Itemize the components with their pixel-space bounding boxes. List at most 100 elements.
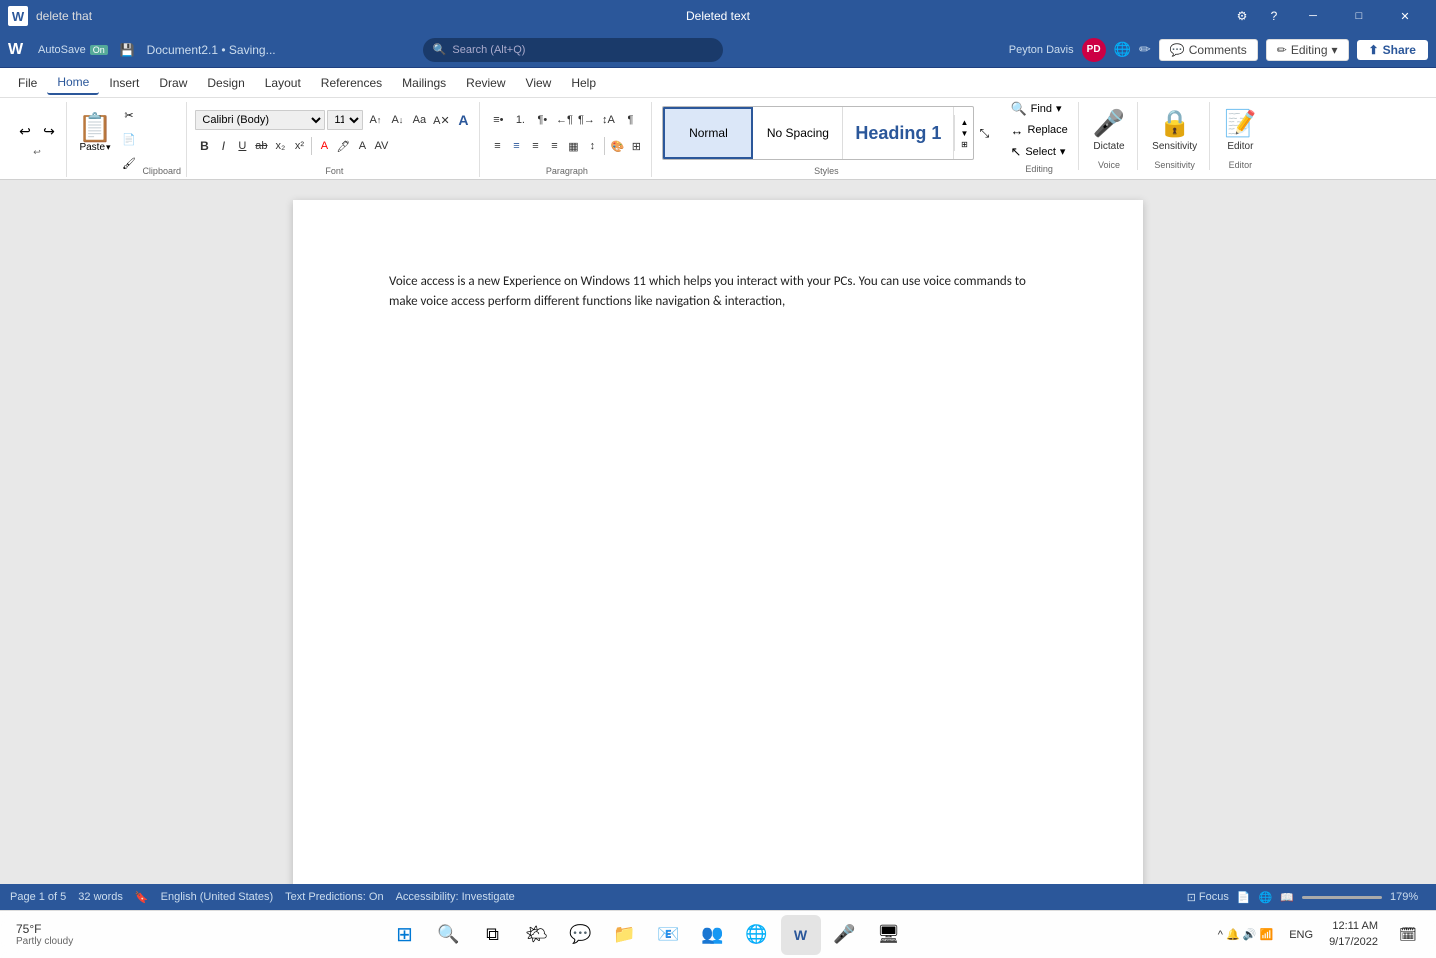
- align-right-button[interactable]: ≡: [526, 136, 544, 156]
- widgets-button[interactable]: 🌤: [517, 915, 557, 955]
- menu-design[interactable]: Design: [197, 72, 254, 94]
- styles-scroll-up[interactable]: ▲: [957, 117, 971, 127]
- decrease-font-button[interactable]: A↓: [387, 110, 407, 130]
- document-paragraph[interactable]: Voice access is a new Experience on Wind…: [389, 272, 1047, 311]
- view-web-layout[interactable]: 🌐: [1259, 891, 1273, 904]
- document-content[interactable]: Voice access is a new Experience on Wind…: [389, 272, 1047, 311]
- style-no-spacing[interactable]: No Spacing: [753, 107, 843, 159]
- increase-font-button[interactable]: A↑: [365, 110, 385, 130]
- menu-review[interactable]: Review: [456, 72, 515, 94]
- editor-button[interactable]: 📝 Editor: [1218, 102, 1262, 158]
- maximize-button[interactable]: □: [1336, 0, 1382, 32]
- editing-button[interactable]: ✏ Editing ▾: [1266, 39, 1349, 61]
- dictate-button[interactable]: 🎤 Dictate: [1087, 102, 1131, 158]
- find-button[interactable]: 🔍 Find ▾: [1006, 99, 1071, 119]
- decrease-indent-button[interactable]: ←¶: [554, 110, 574, 130]
- search-box[interactable]: 🔍 Search (Alt+Q): [423, 38, 723, 62]
- undo-button[interactable]: ↩: [14, 121, 36, 143]
- menu-draw[interactable]: Draw: [149, 72, 197, 94]
- minimize-button[interactable]: ─: [1290, 0, 1336, 32]
- borders-button[interactable]: ⊞: [627, 136, 645, 156]
- columns-button[interactable]: ▦: [564, 136, 582, 156]
- change-case-button[interactable]: Aa: [409, 110, 429, 130]
- char-spacing-button[interactable]: AV: [372, 136, 390, 156]
- align-center-button[interactable]: ≡: [507, 136, 525, 156]
- share-button[interactable]: ⬆ Share: [1357, 40, 1428, 60]
- menu-view[interactable]: View: [516, 72, 562, 94]
- voice-access-taskbar[interactable]: 🎤: [825, 915, 865, 955]
- italic-button[interactable]: I: [214, 136, 232, 156]
- styles-dialog-launcher[interactable]: ⤡: [976, 124, 992, 143]
- paste-button[interactable]: 📋 Paste ▾: [73, 102, 117, 164]
- outlook-taskbar[interactable]: 📧: [649, 915, 689, 955]
- menu-references[interactable]: References: [311, 72, 392, 94]
- numbering-button[interactable]: 1.: [510, 110, 530, 130]
- text-shade-button[interactable]: A: [353, 136, 371, 156]
- page-info[interactable]: Page 1 of 5: [10, 891, 66, 903]
- zoom-percent[interactable]: 179%: [1390, 891, 1426, 903]
- document-area[interactable]: Voice access is a new Experience on Wind…: [0, 180, 1436, 884]
- menu-file[interactable]: File: [8, 72, 47, 94]
- notification-button[interactable]: 🗓: [1388, 915, 1428, 955]
- font-size-select[interactable]: 11: [327, 110, 363, 130]
- text-effects-button[interactable]: A: [453, 110, 473, 130]
- cut-button[interactable]: ✂: [119, 106, 139, 126]
- help-button[interactable]: ?: [1258, 0, 1290, 32]
- bullets-button[interactable]: ≡•: [488, 110, 508, 130]
- search-taskbar-button[interactable]: 🔍: [429, 915, 469, 955]
- strikethrough-button[interactable]: ab: [252, 136, 270, 156]
- system-tray[interactable]: ^ 🔔 🔊 📶: [1212, 926, 1279, 943]
- menu-help[interactable]: Help: [561, 72, 606, 94]
- redo-button[interactable]: ↪: [38, 121, 60, 143]
- document-page[interactable]: Voice access is a new Experience on Wind…: [293, 200, 1143, 884]
- font-family-select[interactable]: Calibri (Body): [195, 110, 325, 130]
- file-explorer-taskbar[interactable]: 📁: [605, 915, 645, 955]
- subscript-button[interactable]: x₂: [271, 136, 289, 156]
- font-color-button[interactable]: A: [315, 136, 333, 156]
- view-read-mode[interactable]: 📖: [1280, 891, 1294, 904]
- weather-widget[interactable]: 75°F Partly cloudy: [8, 920, 81, 949]
- replace-button[interactable]: ↔ Replace: [1006, 121, 1071, 140]
- comments-button[interactable]: 💬 Comments: [1159, 39, 1258, 61]
- word-count[interactable]: 32 words: [78, 891, 123, 903]
- select-button[interactable]: ↖ Select ▾: [1006, 142, 1071, 162]
- multilevel-button[interactable]: ¶•: [532, 110, 552, 130]
- zoom-slider[interactable]: [1302, 896, 1382, 899]
- text-predictions[interactable]: Text Predictions: On: [285, 891, 383, 903]
- system-clock[interactable]: 12:11 AM 9/17/2022: [1323, 917, 1384, 952]
- sensitivity-button[interactable]: 🔒 Sensitivity: [1146, 102, 1203, 158]
- highlight-button[interactable]: 🖊: [334, 136, 352, 156]
- styles-scroll-down[interactable]: ▼: [957, 128, 971, 138]
- align-left-button[interactable]: ≡: [488, 136, 506, 156]
- autosave-control[interactable]: AutoSave On: [38, 44, 108, 56]
- sort-button[interactable]: ↕A: [598, 110, 618, 130]
- word-taskbar[interactable]: W: [781, 915, 821, 955]
- style-normal[interactable]: Normal: [663, 107, 753, 159]
- language-indicator[interactable]: ENG: [1283, 927, 1319, 943]
- menu-insert[interactable]: Insert: [99, 72, 149, 94]
- close-button[interactable]: ✕: [1382, 0, 1428, 32]
- increase-indent-button[interactable]: ¶→: [576, 110, 596, 130]
- chat-button[interactable]: 💬: [561, 915, 601, 955]
- edge-taskbar[interactable]: 🌐: [737, 915, 777, 955]
- shading-button[interactable]: 🎨: [608, 136, 626, 156]
- bookmark-icon[interactable]: 🔖: [135, 891, 149, 904]
- styles-expand[interactable]: ⊞: [957, 139, 971, 149]
- justify-button[interactable]: ≡: [545, 136, 563, 156]
- copy-button[interactable]: 📄: [119, 129, 139, 149]
- line-spacing-button[interactable]: ↕: [583, 136, 601, 156]
- underline-button[interactable]: U: [233, 136, 251, 156]
- style-heading1[interactable]: Heading 1: [843, 107, 954, 159]
- start-button[interactable]: ⊞: [385, 915, 425, 955]
- globe-button[interactable]: 🌐: [1114, 41, 1131, 58]
- save-quick-btn[interactable]: 💾: [116, 41, 139, 59]
- remote-desktop-taskbar[interactable]: 🖥: [869, 915, 909, 955]
- format-painter-button[interactable]: 🖌: [119, 153, 139, 173]
- menu-layout[interactable]: Layout: [255, 72, 311, 94]
- pen-button[interactable]: ✏: [1139, 41, 1151, 58]
- accessibility[interactable]: Accessibility: Investigate: [396, 891, 515, 903]
- view-print-layout[interactable]: 📄: [1237, 891, 1251, 904]
- bold-button[interactable]: B: [195, 136, 213, 156]
- task-view-button[interactable]: ⧉: [473, 915, 513, 955]
- menu-home[interactable]: Home: [47, 71, 99, 95]
